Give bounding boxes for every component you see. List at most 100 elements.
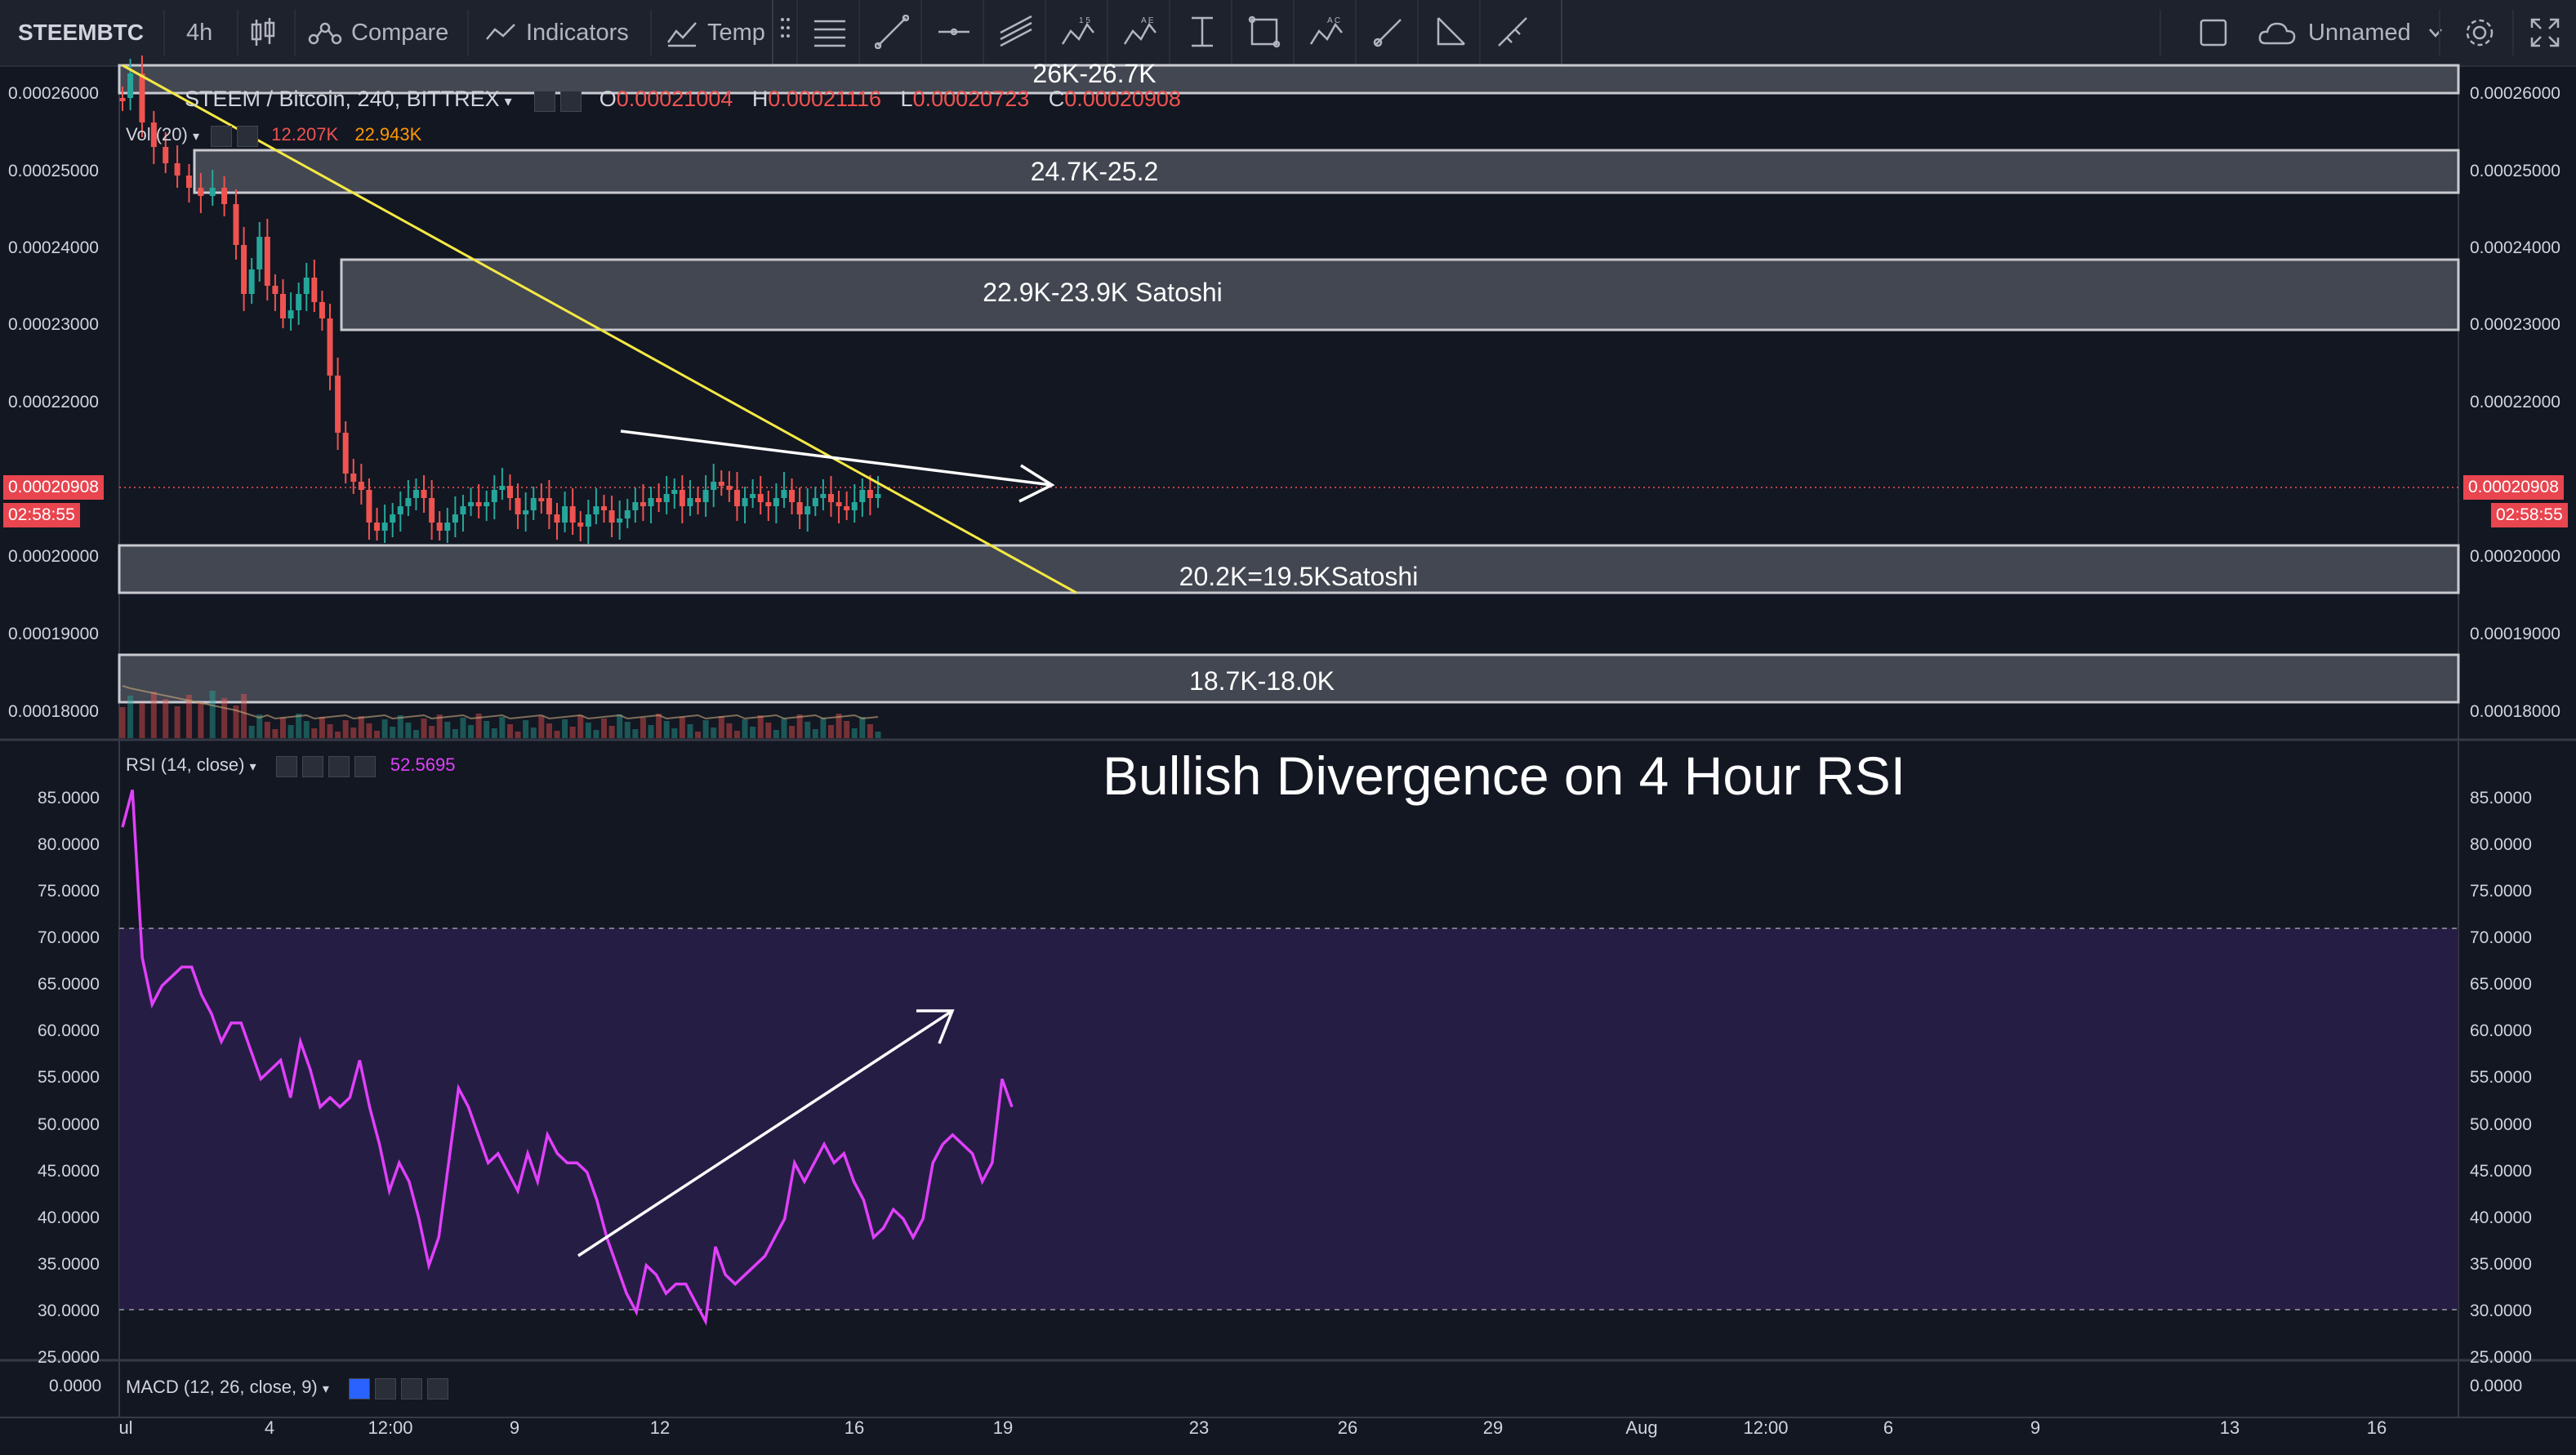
- volume-bar: [515, 732, 521, 738]
- candle-body: [429, 498, 435, 523]
- settings-icon[interactable]: [560, 91, 582, 113]
- zones[interactable]: [118, 64, 2460, 704]
- eye-icon[interactable]: [211, 125, 233, 147]
- high-label: H: [751, 87, 769, 111]
- candle-body: [836, 502, 842, 506]
- rsi-tick: 50.0000: [38, 1115, 100, 1134]
- volume-bar: [506, 724, 513, 738]
- low-value: 0.00020723: [912, 87, 1030, 111]
- candle-body: [287, 310, 294, 318]
- rsi-tick: 45.0000: [2470, 1161, 2532, 1181]
- rsi-tick: 30.0000: [2470, 1301, 2532, 1320]
- volume-bar: [248, 726, 255, 738]
- candle-body: [515, 498, 521, 514]
- settings-icon[interactable]: [375, 1377, 397, 1399]
- volume-bar: [444, 722, 451, 738]
- candle-body: [687, 498, 693, 506]
- high-value: 0.00021116: [768, 87, 882, 111]
- candle-body: [608, 510, 615, 523]
- candle-body: [280, 294, 287, 318]
- volume-bar: [859, 717, 866, 738]
- eye-icon[interactable]: [275, 755, 297, 777]
- annotation-title[interactable]: Bullish Divergence on 4 Hour RSI: [1103, 745, 1905, 807]
- candle-body: [139, 73, 145, 122]
- candle-body: [484, 502, 490, 506]
- volume-legend[interactable]: Vol (20) ▾ 12.207K 22.943K: [126, 124, 421, 147]
- candle-body: [844, 506, 850, 510]
- rsi-legend[interactable]: RSI (14, close) ▾ 52.5695: [126, 754, 455, 777]
- volume-bar: [174, 706, 180, 738]
- volume-bar: [757, 715, 764, 738]
- rsi-tick: 30.0000: [38, 1301, 100, 1320]
- volume-bar: [593, 730, 599, 738]
- volume-bar: [374, 731, 381, 738]
- candle-body: [358, 482, 364, 490]
- volume-bar: [733, 731, 740, 738]
- candle-body: [750, 494, 756, 498]
- volume-bar: [601, 719, 608, 738]
- candle-body: [632, 502, 639, 510]
- eye-icon[interactable]: [349, 1377, 371, 1399]
- volume-bar: [617, 714, 623, 738]
- macd-axis-right[interactable]: 0.0000: [2470, 1377, 2522, 1396]
- price-arrow[interactable]: [620, 429, 1055, 503]
- add-icon[interactable]: [401, 1377, 423, 1399]
- legend-controls: [534, 87, 586, 113]
- volume-bar: [484, 721, 490, 738]
- zone-label-24-7k: 24.7K-25.2: [1030, 157, 1159, 186]
- zone-22-9k[interactable]: [340, 258, 2460, 331]
- eye-icon[interactable]: [534, 91, 556, 113]
- zone-24-7k[interactable]: [193, 149, 2460, 194]
- price-tick: 0.00024000: [8, 238, 99, 257]
- volume-bar: [452, 729, 458, 738]
- chart-canvas[interactable]: [0, 0, 2576, 1455]
- macd-axis-left: 0.0000: [49, 1377, 102, 1395]
- price-tick: 0.00025000: [2470, 162, 2560, 180]
- volume-bar: [608, 726, 615, 738]
- volume-bar: [499, 717, 506, 738]
- candle-body: [695, 498, 702, 502]
- candle-body: [335, 376, 341, 433]
- volume-bar: [209, 691, 216, 738]
- close-icon[interactable]: [354, 755, 376, 777]
- volume-controls: [211, 125, 263, 147]
- zone-label-20-2k: 20.2K=19.5KSatoshi: [1179, 562, 1419, 591]
- volume-bar: [554, 731, 560, 738]
- candle-body: [412, 490, 419, 498]
- candle-body: [656, 498, 662, 502]
- volume-bar: [311, 728, 318, 738]
- candle-body: [648, 498, 654, 506]
- macd-legend[interactable]: MACD (12, 26, close, 9) ▾: [126, 1377, 453, 1399]
- candle-body: [350, 474, 357, 482]
- close-icon[interactable]: [427, 1377, 449, 1399]
- candle-body: [875, 494, 881, 498]
- rsi-tick: 70.0000: [2470, 928, 2532, 948]
- price-tick: 0.00023000: [8, 315, 99, 334]
- close-label: C: [1048, 87, 1065, 111]
- volume-bar: [272, 729, 279, 738]
- symbol-legend[interactable]: STEEM / Bitcoin, 240, BITTREX ▾ O0.000210…: [185, 87, 1181, 113]
- candle-body: [221, 188, 228, 204]
- settings-icon[interactable]: [301, 755, 323, 777]
- price-tick: 0.00020000: [8, 547, 99, 566]
- volume-bar: [726, 723, 733, 738]
- volume-bar: [687, 724, 693, 738]
- candle-body: [327, 318, 333, 376]
- candle-body: [303, 278, 310, 294]
- volume-bar: [875, 732, 881, 738]
- rsi-tick: 55.0000: [2470, 1068, 2532, 1088]
- settings-icon[interactable]: [237, 125, 259, 147]
- add-icon[interactable]: [328, 755, 350, 777]
- volume-value: 12.207K: [271, 124, 339, 145]
- low-label: L: [900, 87, 913, 111]
- volume-ma-value: 22.943K: [354, 124, 422, 145]
- volume-bar: [562, 719, 568, 738]
- candle-body: [859, 490, 866, 502]
- rsi-tick: 50.0000: [2470, 1115, 2532, 1134]
- volume-bar: [827, 725, 834, 738]
- volume-bar: [671, 728, 678, 738]
- time-tick: 12:00: [368, 1417, 413, 1438]
- volume-bar: [523, 720, 529, 738]
- countdown-tag: 02:58:55: [3, 503, 80, 527]
- candle-body: [827, 494, 834, 502]
